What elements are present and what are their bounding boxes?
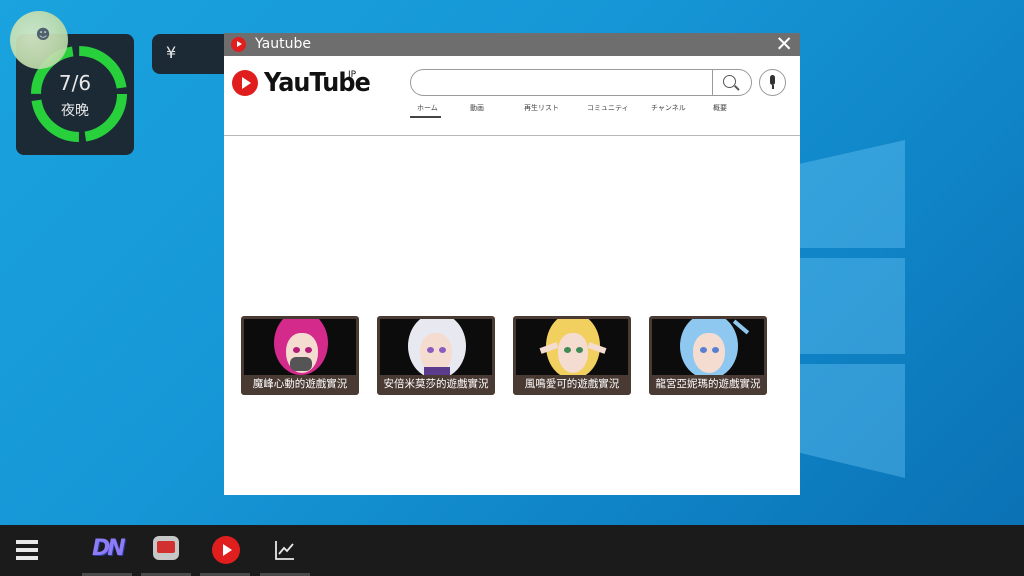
dn-app-icon: DN <box>92 536 126 561</box>
play-logo-icon[interactable] <box>232 70 258 96</box>
line-chart-icon <box>275 541 294 560</box>
video-card[interactable]: 安倍米莫莎的遊戲實況 <box>377 316 495 395</box>
tab-community[interactable]: コミュニティ <box>587 103 629 113</box>
video-thumbnail <box>652 319 764 375</box>
desktop-logo-pane-top <box>800 140 905 248</box>
taskbar-app-yautube[interactable] <box>200 532 250 576</box>
yautube-app-icon <box>231 37 246 52</box>
taskbar-app-stats[interactable] <box>260 532 310 576</box>
taskbar-app-stream[interactable] <box>141 532 191 576</box>
video-thumbnail <box>380 319 492 375</box>
tab-home[interactable]: ホーム <box>417 103 438 113</box>
video-card[interactable]: 龍宮亞妮瑪的遊戲實況 <box>649 316 767 395</box>
search-icon[interactable] <box>723 75 736 88</box>
start-menu-icon[interactable] <box>16 539 38 561</box>
yautube-play-icon <box>212 536 240 564</box>
desktop-logo-pane-mid <box>800 258 905 354</box>
site-region-label: JP <box>348 70 357 80</box>
video-thumbnail <box>516 319 628 375</box>
video-card[interactable]: 風鳴愛可的遊戲實況 <box>513 316 631 395</box>
stream-app-icon <box>153 536 179 560</box>
taskbar-app-dn[interactable]: DN <box>82 532 132 576</box>
tab-videos[interactable]: 動画 <box>470 103 484 113</box>
video-title: 龍宮亞妮瑪的遊戲實況 <box>655 378 761 390</box>
search-input[interactable] <box>410 69 752 96</box>
avatar-figure-icon: ☻ <box>35 27 51 43</box>
window-title: Yautube <box>255 36 311 52</box>
video-title: 安倍米莫莎的遊戲實況 <box>383 378 489 390</box>
video-thumbnail <box>244 319 356 375</box>
day-period: 夜晚 <box>61 103 89 119</box>
yen-symbol: ¥ <box>166 43 177 62</box>
tab-playlists[interactable]: 再生リスト <box>524 103 559 113</box>
video-card[interactable]: 魔峰心動的遊戲實況 <box>241 316 359 395</box>
tab-about[interactable]: 概要 <box>713 103 727 113</box>
video-title: 魔峰心動的遊戲實況 <box>252 378 348 390</box>
active-tab-underline <box>410 116 441 118</box>
taskbar: DN <box>0 525 1024 576</box>
yautube-window: Yautube ✕ YauTube JP ホーム 動画 再生リスト コミュニティ… <box>224 33 800 495</box>
tab-channel[interactable]: チャンネル <box>651 103 686 113</box>
microphone-icon[interactable] <box>759 69 786 96</box>
window-titlebar[interactable]: Yautube ✕ <box>224 33 800 56</box>
search-divider <box>712 70 713 95</box>
money-widget: ¥ <box>152 34 232 74</box>
day-date: 7/6 <box>58 71 92 95</box>
site-header: YauTube JP ホーム 動画 再生リスト コミュニティ チャンネル 概要 <box>224 56 800 136</box>
desktop-logo-pane-bottom <box>800 364 905 478</box>
video-title: 風鳴愛可的遊戲實況 <box>524 378 620 390</box>
close-icon[interactable]: ✕ <box>775 34 793 55</box>
